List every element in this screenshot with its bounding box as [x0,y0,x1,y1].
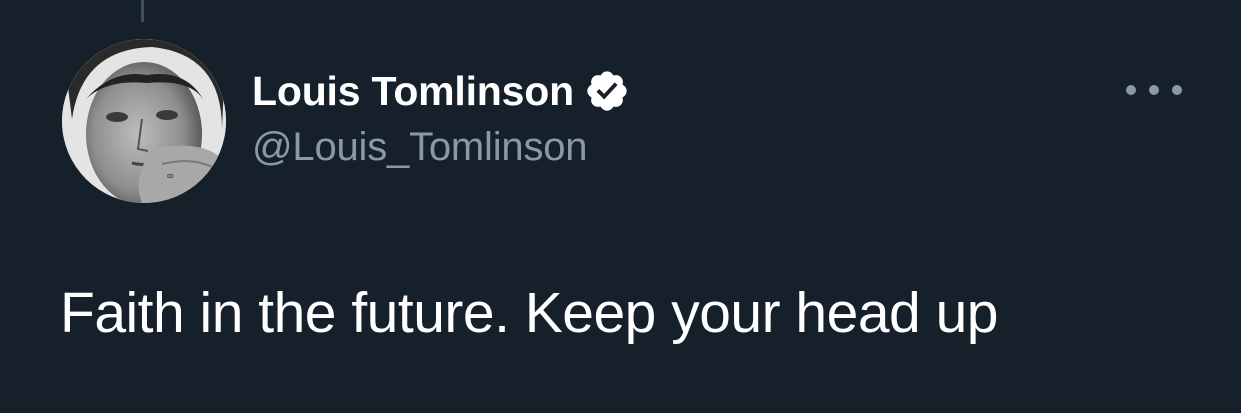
avatar-photo: ∞ [62,39,226,203]
more-horizontal-icon-dot [1172,85,1182,95]
tweet-text: Faith in the future. Keep your head up [60,281,998,345]
author-handle[interactable]: @Louis_Tomlinson [252,125,588,170]
thread-connector-line [141,0,144,22]
more-options-button[interactable] [1126,78,1182,102]
svg-text:∞: ∞ [166,171,174,182]
more-horizontal-icon-dot [1149,85,1159,95]
verified-badge-icon [587,71,627,111]
more-horizontal-icon-dot [1126,85,1136,95]
author-display-name[interactable]: Louis Tomlinson [252,68,574,115]
author-name-row[interactable]: Louis Tomlinson [252,66,630,116]
author-avatar[interactable]: ∞ [62,39,226,203]
